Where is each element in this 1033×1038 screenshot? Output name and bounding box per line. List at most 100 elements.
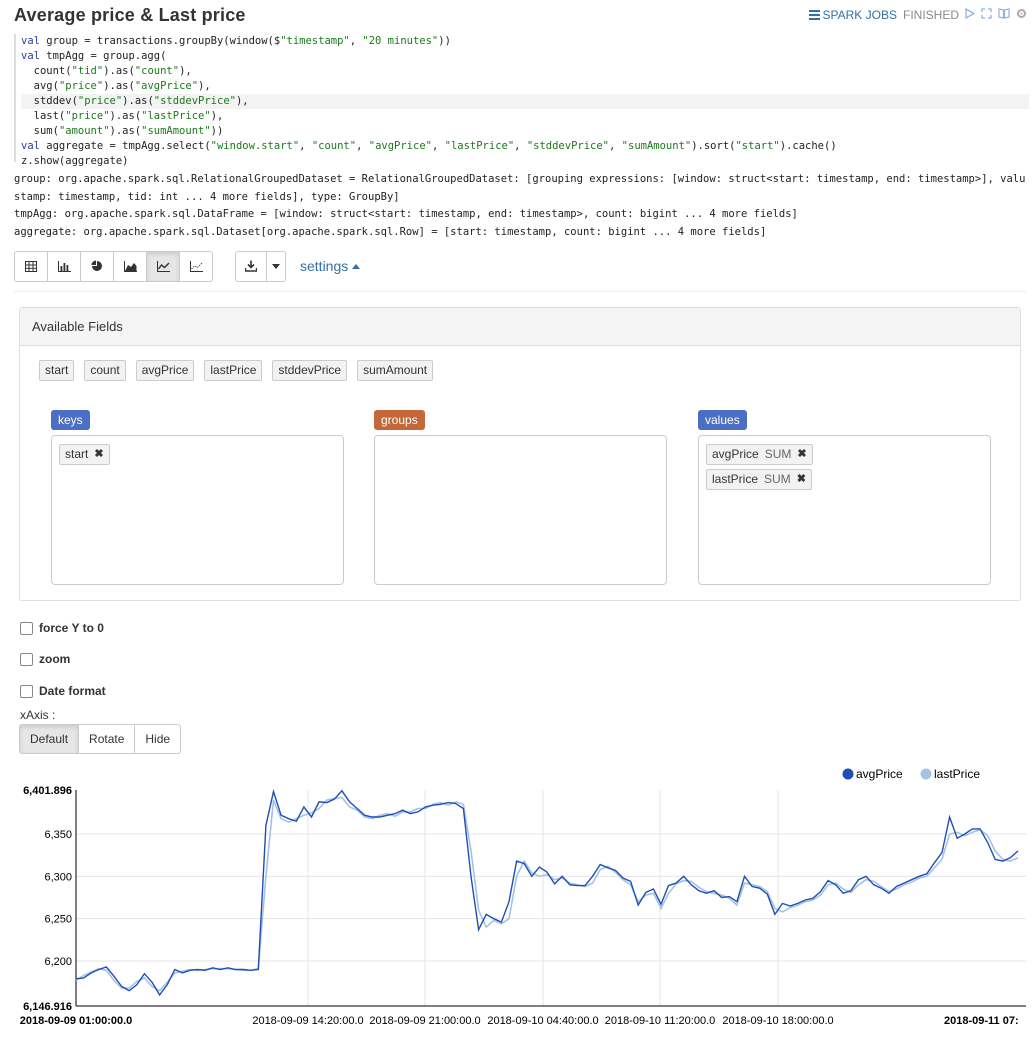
scatter-chart-icon	[189, 260, 203, 272]
remove-icon[interactable]: ✖	[94, 448, 103, 461]
list-icon	[808, 10, 820, 20]
code-editor[interactable]: val group = transactions.groupBy(window(…	[14, 34, 1029, 167]
field-chip-start[interactable]: start	[39, 360, 75, 381]
code-line: avg("price").as("avgPrice"),	[21, 80, 211, 92]
scatter-chart-button[interactable]	[179, 250, 213, 282]
table-icon	[25, 260, 37, 272]
zoom-label: zoom	[39, 652, 71, 666]
download-icon	[245, 260, 257, 272]
field-chip-avgprice[interactable]: avgPrice	[135, 360, 195, 381]
code-line: stddev("price").as("stddevPrice"),	[21, 94, 1029, 109]
y-tick-label: 6,200	[44, 956, 72, 968]
values-zone: values avgPrice SUM ✖ lastPrice SUM ✖	[698, 410, 991, 585]
run-icon[interactable]	[965, 7, 976, 22]
available-fields-heading: Available Fields	[20, 308, 1020, 346]
date-format-option[interactable]: Date format	[20, 684, 106, 698]
download-buttons	[235, 250, 286, 282]
x-tick-label: 2018-09-09 14:20:00.0	[252, 1015, 363, 1027]
keys-zone: keys start ✖	[51, 410, 344, 585]
code-line: last("price").as("lastPrice"),	[21, 110, 224, 122]
key-tag-start[interactable]: start ✖	[59, 444, 110, 465]
series-line-lastprice[interactable]	[75, 796, 1019, 992]
force-y0-option[interactable]: force Y to 0	[20, 621, 104, 635]
groups-dropzone[interactable]	[374, 435, 667, 585]
code-line: val tmpAgg = group.agg(	[21, 50, 167, 62]
y-tick-label: 6,146.916	[23, 1001, 72, 1013]
pie-chart-icon	[91, 260, 102, 271]
tag-label: start	[65, 447, 89, 461]
groups-zone: groups	[374, 410, 667, 585]
toolbar-divider	[14, 291, 1026, 292]
values-label: values	[698, 410, 747, 430]
series-line-avgprice[interactable]	[75, 788, 1019, 997]
caret-up-icon	[352, 263, 361, 269]
x-tick-label: 2018-09-10 18:00:00.0	[722, 1015, 833, 1027]
paragraph-output: group: org.apache.spark.sql.RelationalGr…	[14, 171, 1026, 241]
xaxis-mode-buttons: Default Rotate Hide	[19, 724, 182, 754]
line-chart-icon	[156, 260, 170, 272]
xaxis-rotate-button[interactable]: Rotate	[78, 724, 136, 754]
gear-icon[interactable]	[1016, 8, 1027, 22]
spark-jobs-label: SPARK JOBS	[822, 8, 897, 22]
value-tag-avgprice[interactable]: avgPrice SUM ✖	[706, 444, 813, 465]
date-format-label: Date format	[39, 684, 106, 698]
date-format-checkbox[interactable]	[20, 684, 33, 698]
expand-icon[interactable]	[981, 8, 992, 22]
field-chip-sumamount[interactable]: sumAmount	[357, 360, 434, 381]
x-tick-label: 2018-09-10 04:40:00.0	[487, 1015, 598, 1027]
remove-icon[interactable]: ✖	[797, 473, 806, 486]
download-options-button[interactable]	[266, 250, 286, 282]
output-line: aggregate: org.apache.spark.sql.Dataset[…	[14, 225, 767, 238]
xaxis-default-button[interactable]: Default	[19, 724, 80, 754]
values-dropzone[interactable]: avgPrice SUM ✖ lastPrice SUM ✖	[698, 435, 991, 585]
zoom-option[interactable]: zoom	[20, 652, 70, 666]
aggregation-selector[interactable]: SUM	[765, 448, 792, 461]
settings-label: settings	[300, 258, 349, 274]
output-line: group: org.apache.spark.sql.RelationalGr…	[14, 173, 1026, 185]
y-tick-label: 6,350	[44, 829, 72, 841]
bar-chart-icon	[57, 260, 71, 272]
line-chart[interactable]: 6,146.916 6,200 6,250 6,300 6,350 6,401.896 20…	[0, 760, 1033, 1038]
legend-label-lastprice: lastPrice	[934, 767, 980, 781]
value-tag-lastprice[interactable]: lastPrice SUM ✖	[706, 469, 812, 490]
settings-toggle[interactable]: settings	[300, 258, 361, 274]
code-line: z.show(aggregate)	[21, 155, 129, 167]
paragraph-status: FINISHED	[902, 8, 959, 22]
field-chip-lastprice[interactable]: lastPrice	[204, 360, 263, 381]
xaxis-label: xAxis :	[20, 708, 56, 722]
line-chart-button[interactable]	[146, 250, 180, 282]
output-line: stamp: timestamp, tid: int ... 4 more fi…	[14, 190, 400, 203]
field-chip-stddevprice[interactable]: stddevPrice	[272, 360, 348, 381]
y-tick-label: 6,300	[44, 871, 72, 883]
code-line: sum("amount").as("sumAmount"))	[21, 125, 224, 137]
available-fields-panel: Available Fields start count avgPrice lastP…	[19, 307, 1021, 601]
spark-jobs-link[interactable]: SPARK JOBS	[808, 8, 897, 22]
paragraph-controls: SPARK JOBS FINISHED	[808, 7, 1027, 22]
tag-label: lastPrice	[712, 472, 759, 486]
aggregation-selector[interactable]: SUM	[764, 473, 791, 486]
pie-chart-button[interactable]	[80, 250, 114, 282]
x-tick-label: 2018-09-09 21:00:00.0	[369, 1015, 480, 1027]
field-chip-count[interactable]: count	[84, 360, 126, 381]
y-tick-label: 6,250	[44, 914, 72, 926]
x-tick-label: 2018-09-09 01:00:00.0	[20, 1015, 133, 1027]
zoom-checkbox[interactable]	[20, 652, 33, 666]
visualization-toolbar: settings	[14, 250, 361, 282]
code-line: val group = transactions.groupBy(window(…	[21, 35, 451, 47]
legend-marker-avgprice[interactable]	[842, 768, 854, 780]
force-y0-label: force Y to 0	[39, 621, 104, 635]
tag-label: avgPrice	[712, 447, 759, 461]
xaxis-hide-button[interactable]: Hide	[134, 724, 182, 754]
bar-chart-button[interactable]	[47, 250, 81, 282]
table-view-button[interactable]	[14, 250, 48, 282]
x-tick-label: 2018-09-11 07:	[944, 1015, 1019, 1027]
legend-marker-lastprice[interactable]	[920, 768, 932, 780]
remove-icon[interactable]: ✖	[797, 448, 806, 461]
x-tick-label: 2018-09-10 11:20:00.0	[605, 1015, 716, 1027]
keys-dropzone[interactable]: start ✖	[51, 435, 344, 585]
force-y0-checkbox[interactable]	[20, 621, 33, 635]
book-icon[interactable]	[998, 8, 1010, 22]
download-button[interactable]	[235, 250, 267, 282]
code-line: val aggregate = tmpAgg.select("window.st…	[21, 140, 837, 152]
area-chart-button[interactable]	[113, 250, 147, 282]
